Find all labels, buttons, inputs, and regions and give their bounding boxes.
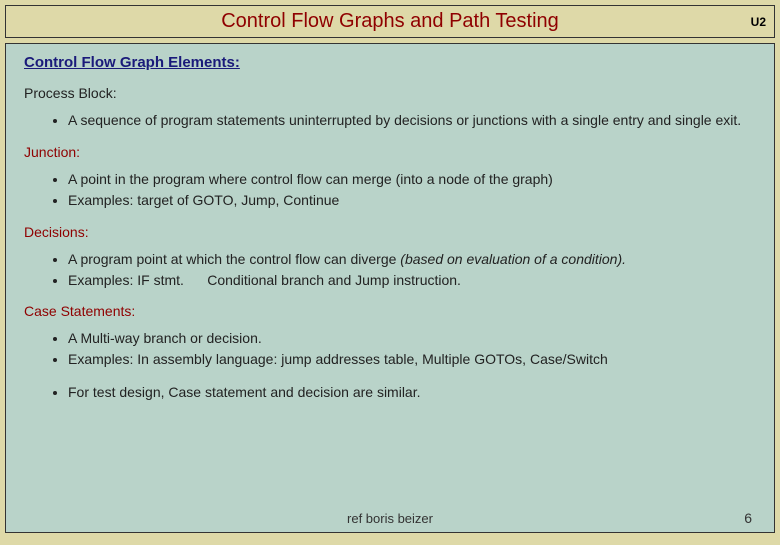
subheading: Junction: xyxy=(24,144,756,160)
bullet-item: Examples: In assembly language: jump add… xyxy=(68,350,756,369)
bullet-item: For test design, Case statement and deci… xyxy=(68,383,756,402)
footer-reference: ref boris beizer xyxy=(347,511,433,526)
footer-page-number: 6 xyxy=(744,510,752,526)
subheading: Decisions: xyxy=(24,224,756,240)
bullet-item: A program point at which the control flo… xyxy=(68,250,756,269)
subheading: Process Block: xyxy=(24,85,756,101)
bullet-item: A sequence of program statements uninter… xyxy=(68,111,756,130)
bullet-item: Examples: IF stmt. Conditional branch an… xyxy=(68,271,756,290)
content-box: Control Flow Graph Elements: Process Blo… xyxy=(5,43,775,533)
bullet-list: For test design, Case statement and deci… xyxy=(68,383,756,402)
bullet-list: A point in the program where control flo… xyxy=(68,170,756,210)
unit-badge: U2 xyxy=(751,15,766,29)
bullet-item: A point in the program where control flo… xyxy=(68,170,756,189)
bullet-item: Examples: target of GOTO, Jump, Continue xyxy=(68,191,756,210)
sections-container: Process Block: A sequence of program stat… xyxy=(24,85,756,402)
subheading: Case Statements: xyxy=(24,303,756,319)
bullet-list: A Multi-way branch or decision. Examples:… xyxy=(68,329,756,369)
bullet-list: A program point at which the control flo… xyxy=(68,250,756,290)
section-title: Control Flow Graph Elements: xyxy=(24,54,756,71)
page-title: Control Flow Graphs and Path Testing xyxy=(14,10,766,33)
bullet-list: A sequence of program statements uninter… xyxy=(68,111,756,130)
header-bar: Control Flow Graphs and Path Testing U2 xyxy=(5,5,775,38)
bullet-item: A Multi-way branch or decision. xyxy=(68,329,756,348)
